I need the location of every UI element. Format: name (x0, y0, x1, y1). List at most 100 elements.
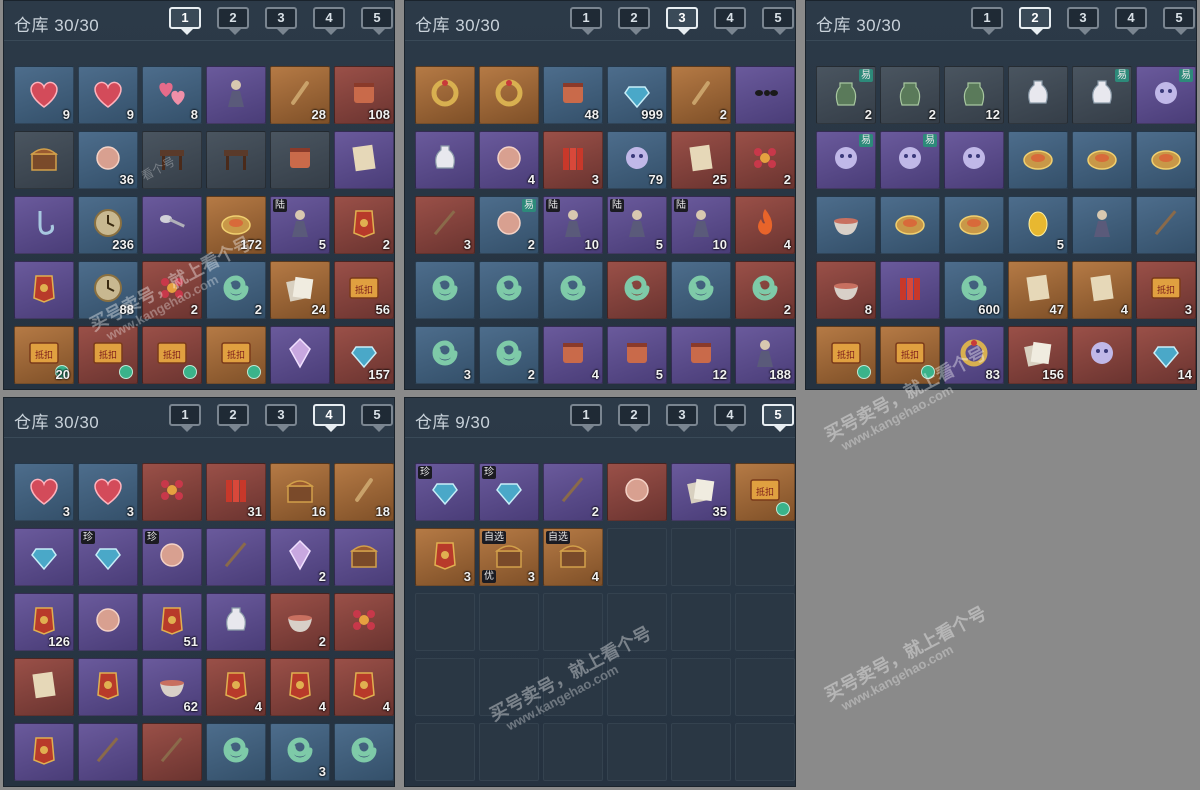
item-slot[interactable] (334, 528, 394, 586)
tab-page-4[interactable]: 4 (313, 404, 345, 432)
item-slot[interactable]: 600 (944, 261, 1004, 319)
item-slot[interactable]: 抵扣 (78, 326, 138, 384)
item-slot[interactable]: 236 (78, 196, 138, 254)
item-slot[interactable] (206, 723, 266, 781)
item-slot[interactable]: 3 (415, 326, 475, 384)
item-slot[interactable]: 9 (14, 66, 74, 124)
item-slot[interactable]: 4 (334, 658, 394, 716)
item-slot[interactable]: 36 (78, 131, 138, 189)
item-slot[interactable]: 28 (270, 66, 330, 124)
item-slot[interactable] (1136, 131, 1196, 189)
tab-page-5[interactable]: 5 (762, 7, 794, 35)
item-slot[interactable] (334, 131, 394, 189)
tab-page-4[interactable]: 4 (1115, 7, 1147, 35)
item-slot[interactable]: 8 (816, 261, 876, 319)
item-slot[interactable] (206, 528, 266, 586)
item-slot[interactable]: 珍 (142, 528, 202, 586)
tab-page-3[interactable]: 3 (666, 7, 698, 35)
item-slot[interactable]: 126 (14, 593, 74, 651)
tab-page-4[interactable]: 4 (714, 404, 746, 432)
item-slot[interactable]: 2 (735, 131, 795, 189)
item-slot[interactable]: 4 (270, 658, 330, 716)
tab-page-1[interactable]: 1 (570, 404, 602, 432)
item-slot[interactable]: 172 (206, 196, 266, 254)
tab-page-1[interactable]: 1 (169, 7, 201, 35)
item-slot[interactable] (607, 463, 667, 521)
item-slot[interactable] (1008, 66, 1068, 124)
item-slot[interactable] (14, 723, 74, 781)
item-slot[interactable]: 抵扣 (880, 326, 940, 384)
item-slot[interactable]: 易2 (479, 196, 539, 254)
item-slot[interactable]: 2 (142, 261, 202, 319)
item-slot[interactable]: 珍 (415, 463, 475, 521)
item-slot[interactable] (78, 593, 138, 651)
item-slot[interactable]: 108 (334, 66, 394, 124)
item-slot[interactable]: 51 (142, 593, 202, 651)
item-slot[interactable]: 易 (880, 131, 940, 189)
item-slot[interactable]: 易2 (816, 66, 876, 124)
item-slot[interactable]: 3 (14, 463, 74, 521)
item-slot[interactable]: 易 (1072, 66, 1132, 124)
item-slot[interactable] (880, 196, 940, 254)
item-slot[interactable] (142, 131, 202, 189)
tab-page-2[interactable]: 2 (217, 7, 249, 35)
tab-page-3[interactable]: 3 (265, 404, 297, 432)
tab-page-3[interactable]: 3 (666, 404, 698, 432)
tab-page-2[interactable]: 2 (618, 404, 650, 432)
item-slot[interactable] (14, 196, 74, 254)
item-slot[interactable]: 2 (334, 196, 394, 254)
item-slot[interactable] (880, 261, 940, 319)
tab-page-2[interactable]: 2 (1019, 7, 1051, 35)
item-slot[interactable]: 4 (1072, 261, 1132, 319)
item-slot[interactable]: 陆5 (270, 196, 330, 254)
item-slot[interactable]: 2 (479, 326, 539, 384)
item-slot[interactable]: 2 (543, 463, 603, 521)
item-slot[interactable]: 3 (78, 463, 138, 521)
item-slot[interactable] (270, 326, 330, 384)
tab-page-5[interactable]: 5 (361, 404, 393, 432)
item-slot[interactable]: 3 (415, 196, 475, 254)
item-slot[interactable]: 抵扣 3 (1136, 261, 1196, 319)
item-slot[interactable]: 抵扣 (735, 463, 795, 521)
tab-page-3[interactable]: 3 (265, 7, 297, 35)
item-slot[interactable]: 157 (334, 326, 394, 384)
item-slot[interactable]: 83 (944, 326, 1004, 384)
item-slot[interactable] (735, 66, 795, 124)
item-slot[interactable]: 3 (543, 131, 603, 189)
item-slot[interactable]: 5 (1008, 196, 1068, 254)
item-slot[interactable] (1072, 326, 1132, 384)
item-slot[interactable]: 47 (1008, 261, 1068, 319)
item-slot[interactable]: 8 (142, 66, 202, 124)
item-slot[interactable]: 抵扣 56 (334, 261, 394, 319)
item-slot[interactable]: 2 (735, 261, 795, 319)
item-slot[interactable] (479, 261, 539, 319)
item-slot[interactable]: 4 (735, 196, 795, 254)
item-slot[interactable] (78, 723, 138, 781)
tab-page-1[interactable]: 1 (169, 404, 201, 432)
item-slot[interactable] (944, 131, 1004, 189)
item-slot[interactable] (142, 723, 202, 781)
item-slot[interactable]: 2 (270, 528, 330, 586)
item-slot[interactable] (1072, 196, 1132, 254)
item-slot[interactable]: 12 (671, 326, 731, 384)
item-slot[interactable] (543, 261, 603, 319)
item-slot[interactable]: 999 (607, 66, 667, 124)
tab-page-5[interactable]: 5 (361, 7, 393, 35)
item-slot[interactable] (14, 528, 74, 586)
item-slot[interactable]: 88 (78, 261, 138, 319)
item-slot[interactable] (142, 196, 202, 254)
item-slot[interactable] (334, 593, 394, 651)
item-slot[interactable]: 188 (735, 326, 795, 384)
tab-page-3[interactable]: 3 (1067, 7, 1099, 35)
item-slot[interactable]: 抵扣 (816, 326, 876, 384)
item-slot[interactable]: 2 (671, 66, 731, 124)
item-slot[interactable] (816, 196, 876, 254)
item-slot[interactable]: 5 (607, 326, 667, 384)
item-slot[interactable]: 24 (270, 261, 330, 319)
item-slot[interactable]: 3 (415, 528, 475, 586)
item-slot[interactable] (142, 463, 202, 521)
item-slot[interactable]: 3 (270, 723, 330, 781)
item-slot[interactable] (944, 196, 1004, 254)
item-slot[interactable] (270, 131, 330, 189)
item-slot[interactable] (334, 723, 394, 781)
